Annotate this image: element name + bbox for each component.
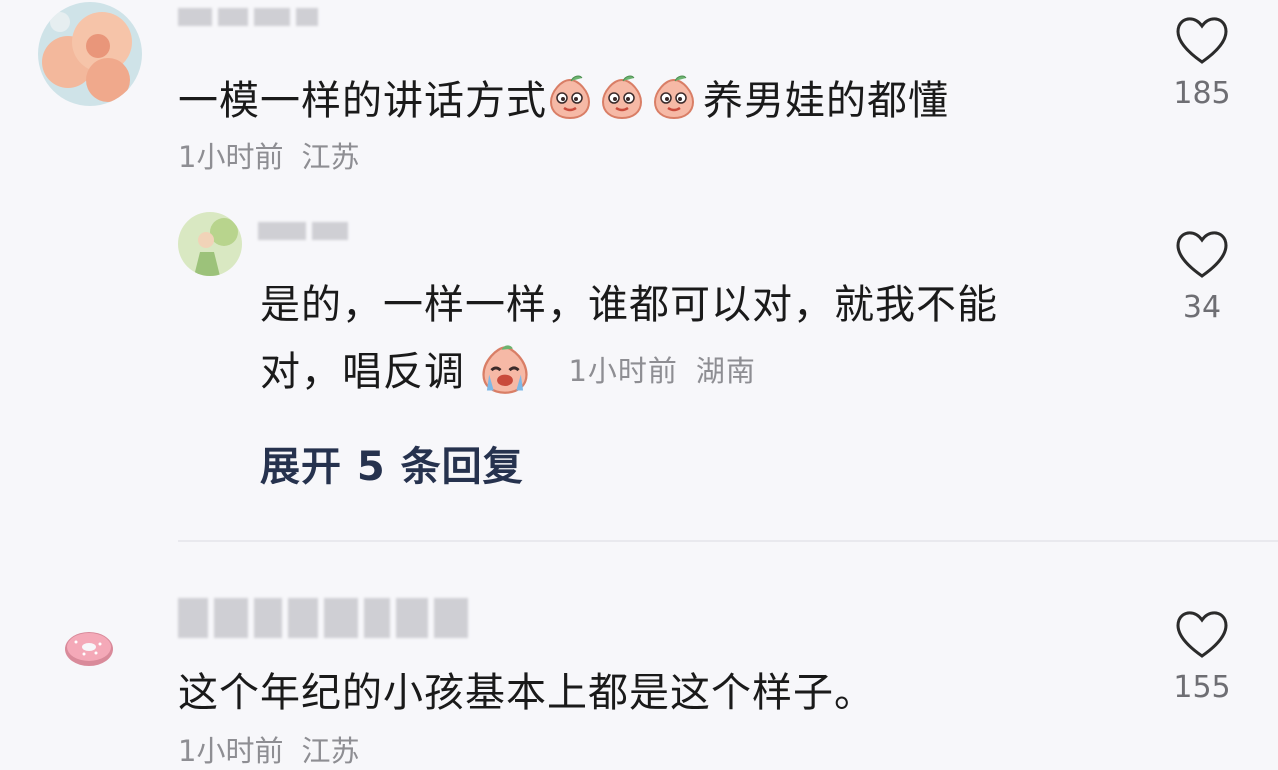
comment-1-like-count: 185 (1173, 76, 1231, 111)
reply-1-location: 湖南 (695, 354, 756, 388)
avatar-reply-1[interactable] (178, 212, 242, 276)
comment-divider (178, 540, 1278, 542)
reply-1-like-count: 34 (1182, 290, 1222, 325)
rose-avatar-image (38, 2, 142, 106)
peach-face-emoji-icon (549, 75, 591, 120)
comment-2-location: 江苏 (301, 734, 360, 768)
comment-2-text: 这个年纪的小孩基本上都是这个样子。 (178, 670, 875, 716)
comment-2-time: 1小时前 (178, 734, 284, 768)
comment-1-time: 1小时前 (178, 140, 284, 174)
heart-outline-icon[interactable] (1173, 228, 1231, 280)
heart-outline-icon[interactable] (1173, 608, 1231, 660)
reply-1-text-line2: 对，唱反调 1小时前 湖南 (260, 343, 756, 397)
comment-1-meta: 1小时前 江苏 (178, 134, 359, 176)
comment-2-like[interactable]: 155 (1162, 608, 1242, 705)
heart-outline-icon[interactable] (1173, 14, 1231, 66)
donut-avatar-image (62, 620, 116, 674)
reply-1-time: 1小时前 (568, 354, 678, 388)
crying-face-emoji-icon (482, 345, 528, 394)
comment-1-location: 江苏 (301, 140, 360, 174)
reply-1-like[interactable]: 34 (1162, 228, 1242, 325)
username-blurred-reply[interactable] (258, 222, 348, 240)
avatar-user-1[interactable] (38, 2, 142, 106)
comment-2-like-count: 155 (1173, 670, 1231, 705)
comment-1-text: 一模一样的讲话方式 养男娃的都懂 (178, 74, 949, 126)
peach-face-emoji-icon (653, 75, 695, 120)
girl-avatar-image (178, 212, 242, 276)
expand-replies-button[interactable]: 展开 5 条回复 (260, 434, 524, 492)
reply-1-text-line1: 是的，一样一样，谁都可以对，就我不能 (260, 282, 998, 328)
username-blurred-2[interactable] (178, 598, 468, 638)
avatar-user-2[interactable] (62, 620, 116, 674)
comment-1-like[interactable]: 185 (1162, 14, 1242, 111)
username-blurred-1[interactable] (178, 8, 318, 26)
peach-face-emoji-icon (601, 75, 643, 120)
